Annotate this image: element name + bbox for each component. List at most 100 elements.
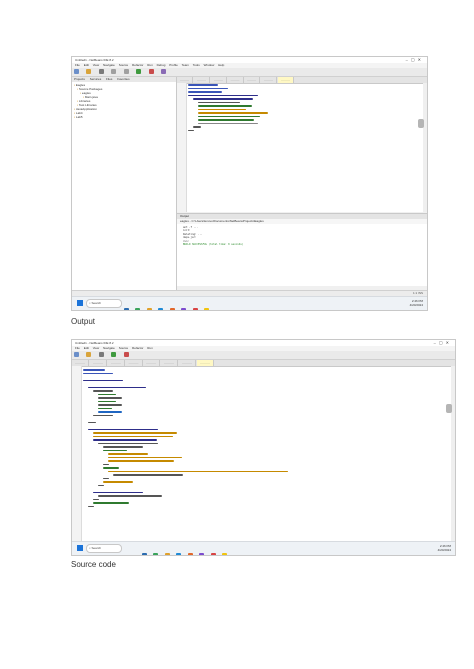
system-tray-icons[interactable]: [385, 301, 405, 310]
undo-icon[interactable]: [111, 69, 117, 74]
editor-tab[interactable]: ··········: [143, 360, 161, 366]
menu-profile[interactable]: Profile: [169, 63, 178, 67]
menu-refactor[interactable]: Refactor: [132, 63, 143, 67]
code-editor[interactable]: ········· ········· ········· ········· …: [177, 77, 427, 212]
folder-icon[interactable]: [146, 308, 152, 310]
new-file-icon[interactable]: [74, 69, 79, 74]
side-toggle-button[interactable]: [446, 404, 452, 413]
app-icon[interactable]: [210, 553, 216, 555]
output-panel: Output eagles - C:\Users\lenovo\Document…: [177, 213, 427, 286]
redo-icon[interactable]: [123, 69, 129, 74]
app-icon[interactable]: [169, 308, 175, 310]
windows-start-icon[interactable]: [77, 300, 83, 306]
menu-file[interactable]: File: [75, 63, 80, 67]
editor-tab[interactable]: ·········: [261, 77, 278, 83]
editor-tab[interactable]: ··········: [179, 360, 197, 366]
caption-output: Output: [71, 317, 96, 326]
menu-edit[interactable]: Edit: [84, 63, 89, 67]
editor-tab-active[interactable]: ·········: [278, 77, 295, 83]
menu-team[interactable]: Team: [182, 63, 189, 67]
projects-panel: Projects Services Files Favorites Eagles…: [72, 77, 177, 296]
menu-help[interactable]: Help: [218, 63, 224, 67]
side-toggle-button[interactable]: [418, 119, 424, 128]
app-icon[interactable]: [135, 308, 141, 310]
editor-tab[interactable]: ·········: [228, 77, 244, 83]
menu-navigate[interactable]: Navigate: [103, 346, 115, 350]
project-tree: Eagles Source Packages eagles Main.java …: [72, 82, 176, 120]
line-number-gutter: [72, 366, 82, 541]
taskbar-clock[interactable]: 2:46 PM 4/20/2024: [410, 299, 423, 307]
code-lines: [83, 369, 447, 509]
menu-navigate[interactable]: Navigate: [103, 63, 115, 67]
app-icon[interactable]: [153, 553, 159, 555]
menu-source[interactable]: Source: [119, 63, 129, 67]
app-icon[interactable]: [192, 308, 198, 310]
open-project-icon[interactable]: [86, 69, 92, 74]
app-icon[interactable]: [124, 308, 129, 310]
tree-item[interactable]: Lab5: [74, 115, 174, 119]
clock-date: 4/20/2024: [409, 303, 423, 307]
menu-tools[interactable]: Tools: [193, 63, 200, 67]
menu-debug[interactable]: Debug: [157, 63, 166, 67]
browser-icon[interactable]: [176, 553, 182, 555]
taskbar-search[interactable]: ⌕ Search: [86, 544, 122, 553]
tab-projects[interactable]: Projects: [74, 77, 85, 81]
taskbar-search-label: Search: [91, 301, 102, 305]
save-icon[interactable]: [98, 352, 104, 357]
app-icon[interactable]: [187, 553, 193, 555]
menu-view[interactable]: View: [93, 63, 99, 67]
tab-favorites[interactable]: Favorites: [117, 77, 129, 81]
debug-icon[interactable]: [148, 69, 154, 74]
editor-tab[interactable]: ··········: [108, 360, 125, 366]
menu-window[interactable]: Window: [204, 63, 215, 67]
tab-services[interactable]: Services: [90, 77, 102, 81]
toolbar: [72, 351, 455, 360]
system-tray-icons[interactable]: [413, 546, 433, 555]
app-icon[interactable]: [204, 308, 210, 310]
browser-icon[interactable]: [158, 308, 164, 310]
editor-tabs: ········· ········· ········· ········· …: [177, 77, 427, 84]
editor-tab[interactable]: ·········: [244, 77, 261, 83]
app-icon[interactable]: [181, 308, 187, 310]
editor-tab[interactable]: ·········: [211, 77, 227, 83]
menu-run[interactable]: Run: [147, 63, 153, 67]
menu-file[interactable]: File: [75, 346, 80, 350]
taskbar-search[interactable]: ⌕ Search: [86, 299, 122, 308]
app-icon[interactable]: [199, 553, 205, 555]
app-icon[interactable]: [222, 553, 228, 555]
tab-files[interactable]: Files: [106, 77, 112, 81]
taskbar-apps: [124, 300, 211, 310]
save-icon[interactable]: [98, 69, 104, 74]
menu-source[interactable]: Source: [119, 346, 129, 350]
debug-icon[interactable]: [123, 352, 129, 357]
run-icon[interactable]: [136, 69, 142, 74]
code-lines: [188, 84, 419, 133]
menu-edit[interactable]: Edit: [84, 346, 89, 350]
open-project-icon[interactable]: [86, 352, 92, 357]
new-file-icon[interactable]: [74, 352, 79, 357]
window-title: Untitled1 - NetBeans IDE 8.2: [75, 341, 114, 345]
editor-scrollbar[interactable]: [423, 83, 427, 212]
output-screenshot: Untitled1 - NetBeans IDE 8.2 –▢✕ File Ed…: [71, 56, 428, 311]
profile-icon[interactable]: [161, 69, 167, 74]
editor-scrollbar[interactable]: [451, 366, 455, 541]
menu-refactor[interactable]: Refactor: [132, 346, 143, 350]
output-console: ant -f ... init: Deleting: ... deps-jar:…: [177, 224, 427, 248]
run-icon[interactable]: [111, 352, 117, 357]
folder-icon[interactable]: [164, 553, 170, 555]
editor-tab-active[interactable]: ··········: [196, 360, 214, 366]
windows-start-icon[interactable]: [77, 545, 83, 551]
editor-tab[interactable]: ··········: [126, 360, 143, 366]
editor-tab[interactable]: ··········: [161, 360, 179, 366]
menu-view[interactable]: View: [93, 346, 99, 350]
taskbar-clock[interactable]: 2:46 PM 4/20/2024: [438, 544, 451, 552]
editor-tab[interactable]: ·········: [194, 77, 210, 83]
caption-source-code: Source code: [71, 560, 116, 569]
app-icon[interactable]: [142, 553, 147, 555]
window-title: Untitled1 - NetBeans IDE 8.2: [75, 58, 114, 62]
menu-run[interactable]: Run: [147, 346, 153, 350]
code-editor[interactable]: ·········· ·········· ·········· ·······…: [72, 360, 455, 541]
editor-tab[interactable]: ··········: [90, 360, 107, 366]
taskbar: ⌕ Search 2:46 PM 4/20/2024: [72, 296, 427, 310]
taskbar-apps: [142, 545, 229, 555]
